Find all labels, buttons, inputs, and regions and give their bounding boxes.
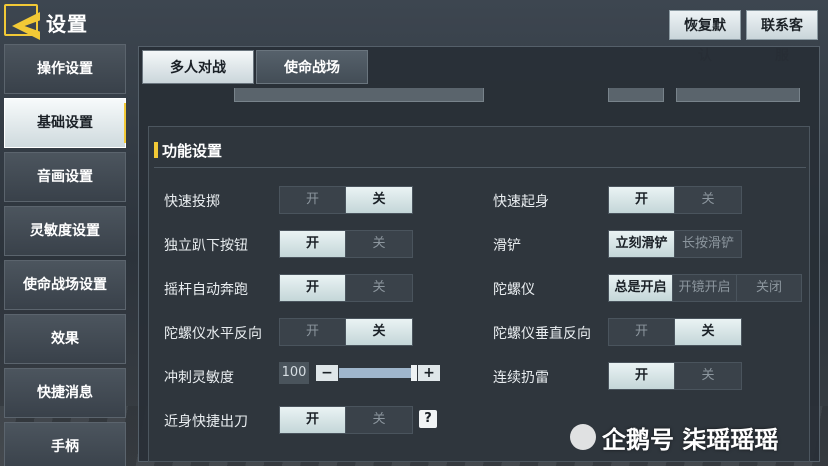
gyro-h-invert-on[interactable]: 开	[280, 319, 346, 345]
scrolled-previous-row	[150, 88, 810, 106]
melee-label: 近身快捷出刀	[164, 414, 248, 430]
previous-row-options[interactable]	[234, 88, 484, 102]
quick-getup-off[interactable]: 关	[675, 187, 741, 213]
sidebar-item-sensitivity[interactable]: 灵敏度设置	[4, 206, 126, 256]
previous-row-slider[interactable]	[676, 88, 800, 102]
sprint-sensitivity-thumb[interactable]	[411, 365, 417, 381]
sidebar-item-basic[interactable]: 基础设置	[4, 98, 126, 148]
separate-prone-on[interactable]: 开	[280, 231, 346, 257]
gyro-off[interactable]: 关闭	[737, 275, 801, 301]
auto-sprint-toggle: 开 关	[279, 274, 413, 302]
gyro-v-invert-label: 陀螺仪垂直反向	[493, 326, 591, 342]
penguin-logo-icon	[570, 424, 596, 450]
gyro-h-invert-toggle: 开 关	[279, 318, 413, 346]
page-title: 设置	[46, 12, 88, 36]
gyro-v-invert-toggle: 开 关	[608, 318, 742, 346]
melee-on[interactable]: 开	[280, 407, 346, 433]
continuous-grenade-on[interactable]: 开	[609, 363, 675, 389]
watermark-text: 企鹅号 柒瑶瑶瑶	[602, 426, 779, 454]
tab-battle-royale[interactable]: 使命战场	[256, 50, 368, 84]
gyro-scoped[interactable]: 开镜开启	[673, 275, 737, 301]
auto-sprint-on[interactable]: 开	[280, 275, 346, 301]
previous-row-value	[608, 88, 664, 102]
sidebar: 操作设置 基础设置 音画设置 灵敏度设置 使命战场设置 效果 快捷消息 手柄	[4, 44, 126, 466]
contact-service-button[interactable]: 联系客服	[746, 10, 818, 64]
sprint-sensitivity-label: 冲刺灵敏度	[164, 370, 234, 386]
section-title: 功能设置	[162, 142, 223, 160]
separate-prone-off[interactable]: 关	[346, 231, 412, 257]
restore-default-button[interactable]: 恢复默认	[669, 10, 741, 64]
quick-throw-off[interactable]: 关	[346, 187, 412, 213]
gyro-label: 陀螺仪	[493, 282, 535, 298]
quick-throw-toggle: 开 关	[279, 186, 413, 214]
quick-throw-label: 快速投掷	[164, 194, 220, 210]
auto-sprint-off[interactable]: 关	[346, 275, 412, 301]
gyro-v-invert-off[interactable]: 关	[675, 319, 741, 345]
help-icon[interactable]: ?	[419, 410, 437, 428]
quick-throw-on[interactable]: 开	[280, 187, 346, 213]
section-accent-bar	[154, 142, 158, 158]
gyro-v-invert-on[interactable]: 开	[609, 319, 675, 345]
slide-instant[interactable]: 立刻滑铲	[609, 231, 675, 257]
slide-hold[interactable]: 长按滑铲	[675, 231, 741, 257]
separate-prone-label: 独立趴下按钮	[164, 238, 248, 254]
sprint-sensitivity-value: 100	[279, 362, 309, 384]
sidebar-item-audio-video[interactable]: 音画设置	[4, 152, 126, 202]
melee-off[interactable]: 关	[346, 407, 412, 433]
sprint-sensitivity-minus-button[interactable]: −	[316, 365, 338, 381]
sidebar-item-operation[interactable]: 操作设置	[4, 44, 126, 94]
top-bar: 设置 恢复默认 联系客服	[0, 0, 828, 64]
gyro-toggle: 总是开启 开镜开启 关闭	[608, 274, 802, 302]
continuous-grenade-off[interactable]: 关	[675, 363, 741, 389]
sprint-sensitivity-fill	[339, 368, 411, 378]
back-button[interactable]	[4, 4, 40, 40]
quick-getup-toggle: 开 关	[608, 186, 742, 214]
sidebar-item-effects[interactable]: 效果	[4, 314, 126, 364]
gyro-always[interactable]: 总是开启	[609, 275, 673, 301]
auto-sprint-label: 摇杆自动奔跑	[164, 282, 248, 298]
slide-label: 滑铲	[493, 238, 521, 254]
back-arrow-icon	[12, 12, 40, 40]
sidebar-item-battle-royale[interactable]: 使命战场设置	[4, 260, 126, 310]
sprint-sensitivity-plus-button[interactable]: +	[418, 365, 440, 381]
quick-getup-on[interactable]: 开	[609, 187, 675, 213]
melee-toggle: 开 关	[279, 406, 413, 434]
gyro-h-invert-label: 陀螺仪水平反向	[164, 326, 262, 342]
sidebar-item-quick-messages[interactable]: 快捷消息	[4, 368, 126, 418]
gyro-h-invert-off[interactable]: 关	[346, 319, 412, 345]
continuous-grenade-label: 连续扔雷	[493, 370, 549, 386]
continuous-grenade-toggle: 开 关	[608, 362, 742, 390]
sprint-sensitivity-slider[interactable]	[339, 365, 417, 381]
separate-prone-toggle: 开 关	[279, 230, 413, 258]
quick-getup-label: 快速起身	[493, 194, 549, 210]
tab-multiplayer[interactable]: 多人对战	[142, 50, 254, 84]
slide-toggle: 立刻滑铲 长按滑铲	[608, 230, 742, 258]
sidebar-item-controller[interactable]: 手柄	[4, 422, 126, 466]
section-divider	[154, 167, 806, 168]
